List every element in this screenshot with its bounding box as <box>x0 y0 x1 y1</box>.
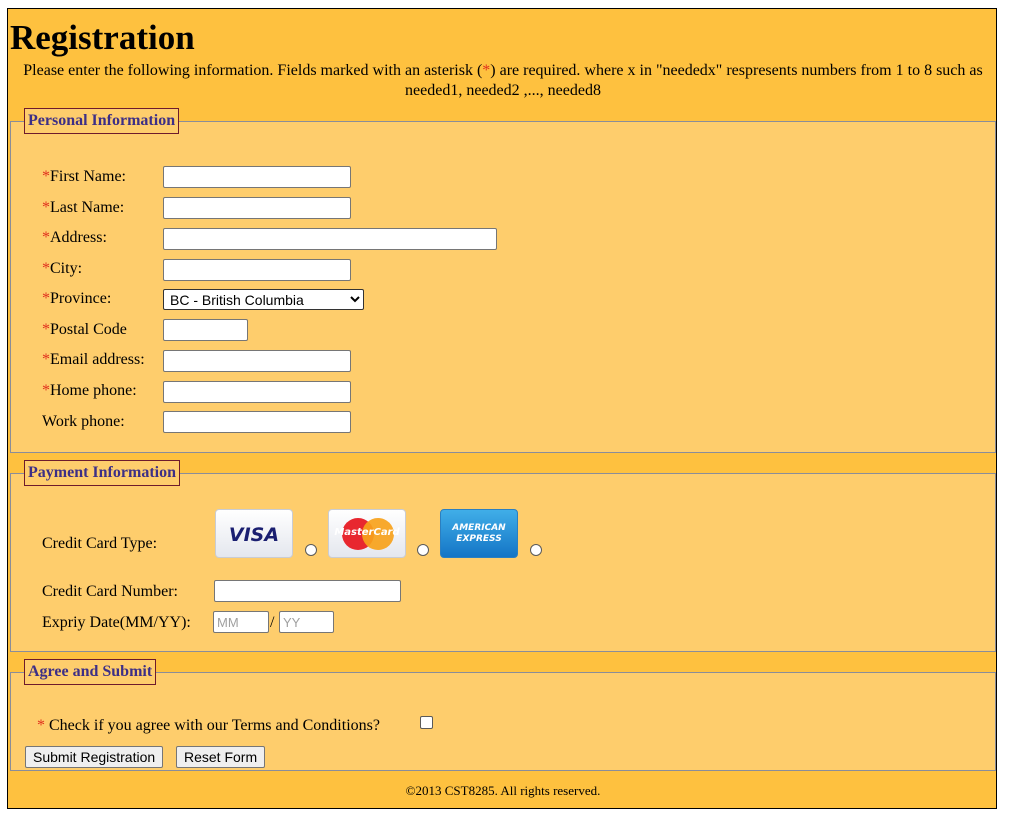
work-phone-label: Work phone: <box>42 413 125 430</box>
amex-card-logo: AMERICAN EXPRESS <box>440 509 518 558</box>
address-label: *Address: <box>42 228 107 248</box>
first-name-input[interactable] <box>163 166 351 188</box>
mastercard-radio[interactable] <box>417 544 429 556</box>
home-phone-label: *Home phone: <box>42 381 137 401</box>
amex-logo-line1: AMERICAN <box>452 523 506 533</box>
payment-information-section: Payment Information Credit Card Type: VI… <box>10 460 996 652</box>
required-asterisk: * <box>37 717 45 734</box>
label-text: Last Name: <box>50 199 125 216</box>
required-asterisk: * <box>42 199 50 216</box>
page-title: Registration <box>10 18 195 57</box>
credit-card-number-label: Credit Card Number: <box>42 583 178 600</box>
credit-card-number-input[interactable] <box>214 580 401 602</box>
section-legend: Agree and Submit <box>24 659 157 685</box>
first-name-label: *First Name: <box>42 167 126 187</box>
email-label: *Email address: <box>42 350 145 370</box>
label-text: Email address: <box>50 351 145 368</box>
terms-checkbox[interactable] <box>420 716 433 729</box>
amex-radio[interactable] <box>530 544 542 556</box>
registration-page: Registration Please enter the following … <box>7 8 997 809</box>
required-asterisk: * <box>42 321 50 338</box>
mastercard-card-logo: MasterCard <box>328 509 406 558</box>
required-asterisk: * <box>42 168 50 185</box>
footer-copyright: ©2013 CST8285. All rights reserved. <box>405 783 601 798</box>
required-asterisk: * <box>42 290 50 307</box>
expiry-date-label: Expriy Date(MM/YY): <box>42 614 191 631</box>
province-label: *Province: <box>42 289 111 309</box>
credit-card-type-label: Credit Card Type: <box>42 535 158 552</box>
required-asterisk: * <box>42 229 50 246</box>
expiry-month-input[interactable] <box>213 611 269 633</box>
visa-logo-text: VISA <box>228 524 280 546</box>
last-name-label: *Last Name: <box>42 198 124 218</box>
agree-and-submit-section: Agree and Submit * Check if you agree wi… <box>10 659 996 771</box>
visa-card-logo: VISA <box>215 509 293 558</box>
label-text: Home phone: <box>50 382 137 399</box>
label-text: First Name: <box>50 168 126 185</box>
postal-code-label: *Postal Code <box>42 320 127 340</box>
submit-registration-button[interactable]: Submit Registration <box>25 746 164 768</box>
label-text: Address: <box>50 229 107 246</box>
intro-text-end: ) are required. where x in "neededx" res… <box>405 62 983 99</box>
label-text: Province: <box>50 290 112 307</box>
city-input[interactable] <box>163 259 351 281</box>
section-legend: Personal Information <box>24 108 180 134</box>
intro-text: Please enter the following information. … <box>8 61 998 101</box>
label-text: City: <box>50 260 83 277</box>
intro-text-start: Please enter the following information. … <box>23 62 483 79</box>
section-frame <box>10 121 996 453</box>
terms-label: * Check if you agree with our Terms and … <box>37 716 380 736</box>
required-asterisk: * <box>42 351 50 368</box>
last-name-input[interactable] <box>163 197 351 219</box>
city-label: *City: <box>42 259 82 279</box>
expiry-separator: / <box>270 614 275 631</box>
postal-code-input[interactable] <box>163 319 248 341</box>
required-asterisk: * <box>42 260 50 277</box>
mastercard-logo-text: MasterCard <box>334 527 400 538</box>
home-phone-input[interactable] <box>163 381 351 403</box>
section-legend: Payment Information <box>24 460 180 486</box>
province-select[interactable]: BC - British Columbia <box>163 289 364 310</box>
email-input[interactable] <box>163 350 351 372</box>
required-asterisk: * <box>42 382 50 399</box>
work-phone-input[interactable] <box>163 411 351 433</box>
address-input[interactable] <box>163 228 497 250</box>
amex-logo-line2: EXPRESS <box>456 534 502 544</box>
expiry-year-input[interactable] <box>279 611 334 633</box>
terms-label-text: Check if you agree with our Terms and Co… <box>49 717 380 734</box>
personal-information-section: Personal Information *First Name: *Last … <box>10 108 996 453</box>
label-text: Postal Code <box>50 321 127 338</box>
reset-form-button[interactable]: Reset Form <box>176 746 266 768</box>
visa-radio[interactable] <box>305 544 317 556</box>
